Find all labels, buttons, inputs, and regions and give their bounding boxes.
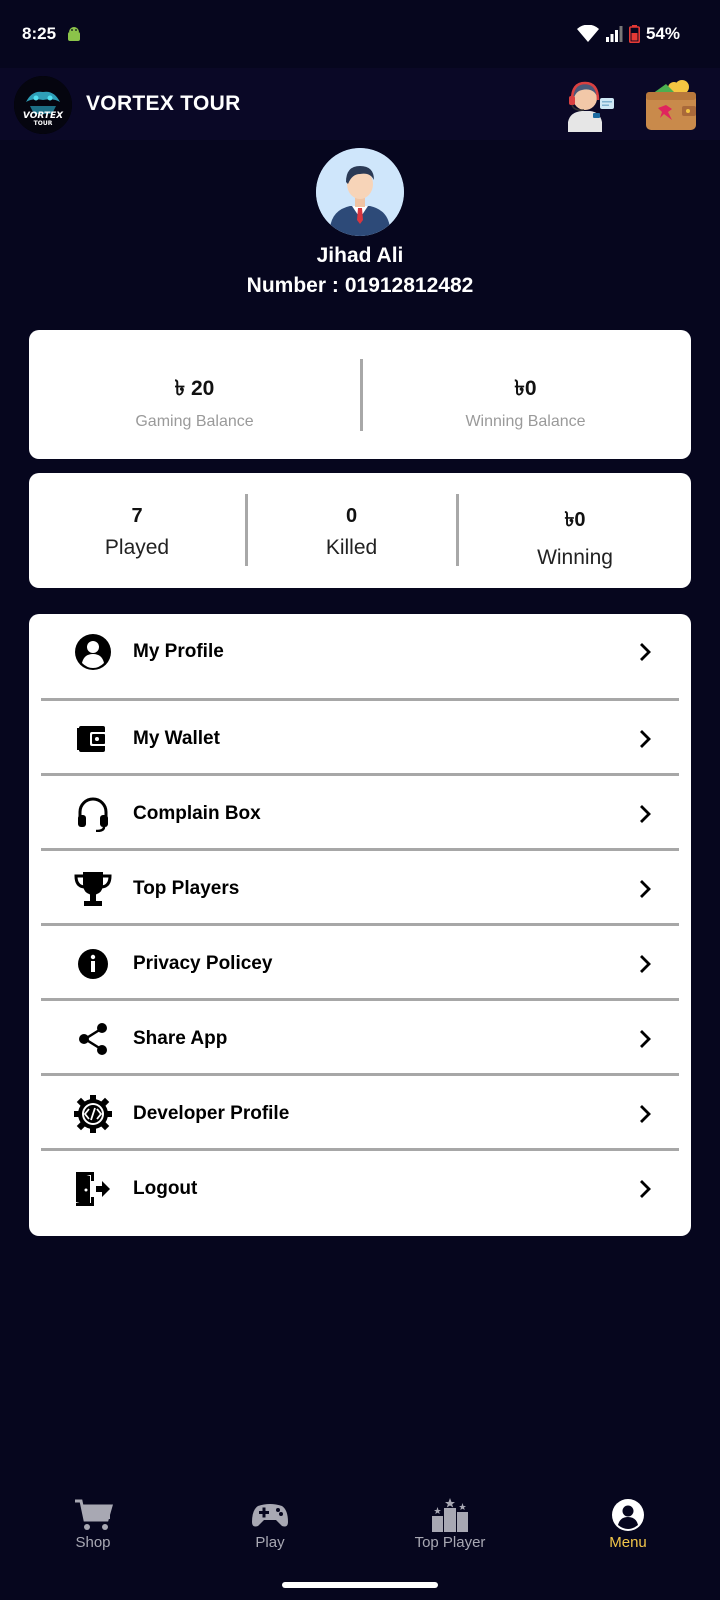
balance-card: ৳ 20 Gaming Balance ৳0 Winning Balance <box>29 330 691 459</box>
gaming-balance-label: Gaming Balance <box>135 413 254 430</box>
chevron-right-icon <box>640 1104 651 1123</box>
menu-item-label: Privacy Policey <box>133 952 273 974</box>
status-time: 8:25 <box>22 24 57 43</box>
chevron-right-icon <box>640 1179 651 1198</box>
played-label: Played <box>104 536 170 559</box>
menu-item-label: Share App <box>133 1027 228 1049</box>
account-circle-icon <box>71 630 115 674</box>
winning-label: Winning <box>537 546 613 569</box>
gaming-balance: ৳ 20 Gaming Balance <box>29 330 360 459</box>
menu-item-label: My Profile <box>133 640 224 662</box>
bottom-nav: Shop Play Top Player Menu <box>0 1316 720 1564</box>
menu-item-logout[interactable]: Logout <box>41 1151 679 1226</box>
svg-text:TOUR: TOUR <box>34 120 53 127</box>
developer-gear-icon <box>71 1092 115 1136</box>
status-bar: 8:25 54% <box>0 0 720 68</box>
headset-icon <box>71 792 115 836</box>
home-indicator[interactable] <box>282 1582 438 1588</box>
winning-balance: ৳0 Winning Balance <box>360 330 691 459</box>
menu-item-share-app[interactable]: Share App <box>41 1001 679 1076</box>
nav-item-play[interactable]: Play <box>240 1498 300 1551</box>
menu-item-label: My Wallet <box>133 727 220 749</box>
chevron-right-icon <box>640 804 651 823</box>
nav-label: Shop <box>75 1534 111 1551</box>
support-button[interactable] <box>560 78 616 132</box>
avatar[interactable] <box>316 148 404 236</box>
nav-item-shop[interactable]: Shop <box>64 1498 122 1551</box>
signal-icon <box>605 26 623 42</box>
logout-icon <box>71 1167 115 1211</box>
chevron-right-icon <box>640 1029 651 1048</box>
status-icons: 54% <box>576 24 680 44</box>
killed-label: Killed <box>325 536 378 559</box>
account-circle-icon <box>612 1499 644 1531</box>
app-bar: VORTEX TOUR VORTEX TOUR <box>0 68 720 140</box>
stat-winning: ৳0 Winning <box>459 473 691 588</box>
nav-label: Play <box>255 1534 285 1551</box>
info-icon <box>71 942 115 986</box>
chevron-right-icon <box>640 954 651 973</box>
menu-item-my-profile[interactable]: My Profile <box>41 614 679 689</box>
app-title: VORTEX TOUR <box>86 92 241 115</box>
stat-killed: 0 Killed <box>248 473 455 588</box>
number-label: Number : <box>246 274 339 297</box>
menu-item-label: Top Players <box>133 877 240 899</box>
android-debug-icon <box>68 27 80 41</box>
menu-item-privacy-policy[interactable]: Privacy Policey <box>41 926 679 1001</box>
number-value: 01912812482 <box>344 274 474 297</box>
nav-label: Menu <box>609 1534 647 1551</box>
support-agent-icon <box>568 81 614 132</box>
nav-label: Top Player <box>414 1534 486 1551</box>
share-icon <box>71 1017 115 1061</box>
chevron-right-icon <box>640 642 651 661</box>
winning-balance-label: Winning Balance <box>465 413 586 430</box>
menu-card: My Profile My Wallet Complain Box Top Pl… <box>29 614 691 1236</box>
nav-item-menu[interactable]: Menu <box>594 1498 662 1551</box>
chevron-right-icon <box>640 729 651 748</box>
profile-number: Number :01912812482 <box>0 274 720 298</box>
battery-percent: 54% <box>645 24 680 43</box>
menu-item-developer-profile[interactable]: Developer Profile <box>41 1076 679 1151</box>
vortex-logo-icon: VORTEX TOUR <box>14 76 72 134</box>
menu-item-top-players[interactable]: Top Players <box>41 851 679 926</box>
leaderboard-icon <box>432 1498 468 1532</box>
profile-name: Jihad Ali <box>316 244 404 267</box>
menu-item-label: Developer Profile <box>133 1102 290 1124</box>
menu-item-complain-box[interactable]: Complain Box <box>41 776 679 851</box>
trophy-icon <box>71 867 115 911</box>
played-value: 7 <box>131 505 143 527</box>
winning-value: ৳0 <box>564 509 586 531</box>
nav-item-top-player[interactable]: Top Player <box>404 1498 496 1551</box>
menu-item-label: Complain Box <box>133 802 261 824</box>
chevron-right-icon <box>640 879 651 898</box>
stat-played: 7 Played <box>29 473 245 588</box>
user-avatar-icon <box>316 148 404 236</box>
app-logo: VORTEX TOUR <box>14 76 72 134</box>
wallet-button[interactable] <box>642 78 698 132</box>
battery-icon <box>628 25 640 43</box>
gaming-balance-value: ৳ 20 <box>174 377 215 400</box>
stats-card: 7 Played 0 Killed ৳0 Winning <box>29 473 691 588</box>
menu-item-label: Logout <box>133 1177 198 1199</box>
wallet-icon <box>71 717 115 761</box>
menu-item-my-wallet[interactable]: My Wallet <box>41 701 679 776</box>
gamepad-icon <box>252 1504 288 1527</box>
killed-value: 0 <box>345 505 358 527</box>
wifi-icon <box>576 25 599 42</box>
cart-icon <box>75 1499 113 1530</box>
wallet-icon <box>646 80 696 130</box>
winning-balance-value: ৳0 <box>514 377 537 400</box>
